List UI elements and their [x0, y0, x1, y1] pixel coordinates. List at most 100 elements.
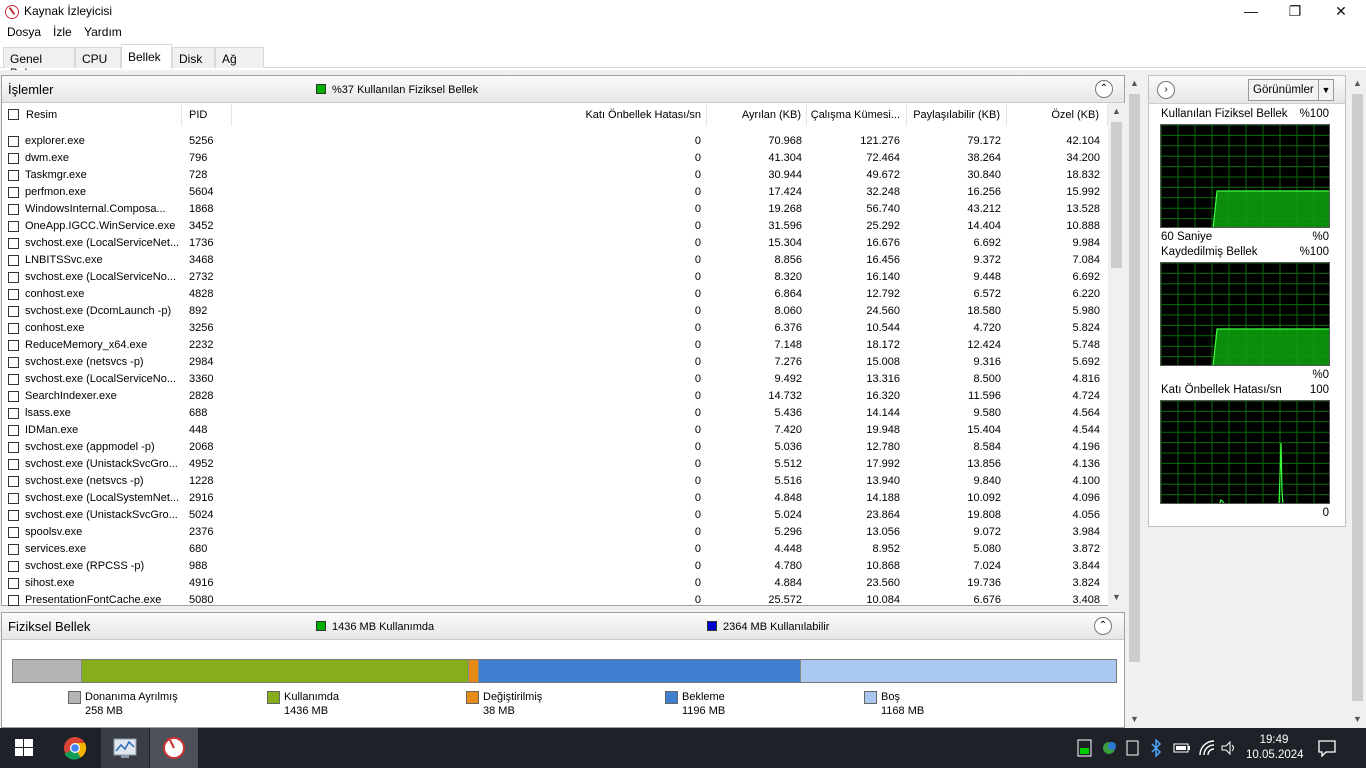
row-checkbox[interactable]: [8, 289, 19, 300]
menu-help[interactable]: Yardım: [84, 25, 122, 39]
close-button[interactable]: ✕: [1318, 0, 1364, 23]
select-all-checkbox[interactable]: [8, 109, 19, 120]
table-row[interactable]: svchost.exe (appmodel -p) 2068 0 5.036 12.78…: [2, 439, 1109, 456]
table-row[interactable]: ReduceMemory_x64.exe 2232 0 7.148 18.172 12.4…: [2, 337, 1109, 354]
table-row[interactable]: spoolsv.exe 2376 0 5.296 13.056 9.072 3.984: [2, 524, 1109, 541]
table-row[interactable]: svchost.exe (netsvcs -p) 2984 0 7.276 15.008…: [2, 354, 1109, 371]
table-row[interactable]: services.exe 680 0 4.448 8.952 5.080 3.872: [2, 541, 1109, 558]
column-pid[interactable]: PID: [182, 104, 232, 126]
row-checkbox[interactable]: [8, 561, 19, 572]
row-checkbox[interactable]: [8, 476, 19, 487]
row-checkbox[interactable]: [8, 425, 19, 436]
graph-scroll-up-icon[interactable]: ▲: [1349, 75, 1366, 92]
scroll-up-icon[interactable]: ▲: [1108, 103, 1125, 120]
wifi-icon[interactable]: [1198, 739, 1216, 757]
table-row[interactable]: svchost.exe (RPCSS -p) 988 0 4.780 10.868 7.0…: [2, 558, 1109, 575]
table-row[interactable]: dwm.exe 796 0 41.304 72.464 38.264 34.200: [2, 150, 1109, 167]
row-checkbox[interactable]: [8, 544, 19, 555]
network-app-tray-icon[interactable]: [1100, 740, 1118, 756]
views-dropdown[interactable]: Görünümler ▼: [1248, 79, 1334, 101]
tab-network[interactable]: Ağ: [215, 47, 264, 68]
menu-file[interactable]: Dosya: [7, 25, 41, 39]
row-checkbox[interactable]: [8, 187, 19, 198]
row-checkbox[interactable]: [8, 374, 19, 385]
bluetooth-icon[interactable]: [1150, 739, 1162, 757]
table-row[interactable]: perfmon.exe 5604 0 17.424 32.248 16.256 15.992: [2, 184, 1109, 201]
row-checkbox[interactable]: [8, 510, 19, 521]
resource-monitor-taskbar-button[interactable]: [150, 728, 198, 768]
row-checkbox[interactable]: [8, 170, 19, 181]
table-row[interactable]: PresentationFontCache.exe 5080 0 25.572 10.0…: [2, 592, 1109, 609]
clock[interactable]: 19:49 10.05.2024: [1246, 733, 1304, 763]
table-row[interactable]: svchost.exe (DcomLaunch -p) 892 0 8.060 24.5…: [2, 303, 1109, 320]
tab-cpu[interactable]: CPU: [75, 47, 121, 68]
main-scroll-up-icon[interactable]: ▲: [1126, 75, 1143, 92]
action-center-icon[interactable]: [1318, 739, 1336, 757]
tab-disk[interactable]: Disk: [172, 47, 215, 68]
column-shareable[interactable]: Paylaşılabilir (KB): [907, 104, 1007, 126]
main-scrollbar[interactable]: ▲ ▼: [1126, 75, 1143, 728]
perfmon-taskbar-button[interactable]: [101, 728, 149, 768]
maximize-button[interactable]: ❐: [1272, 0, 1318, 23]
graph-scrollbar[interactable]: ▲ ▼: [1349, 75, 1366, 728]
collapse-physical-memory-button[interactable]: ⌃: [1094, 617, 1112, 635]
graph-scroll-thumb[interactable]: [1352, 94, 1363, 701]
scroll-down-icon[interactable]: ▼: [1108, 589, 1125, 606]
table-row[interactable]: svchost.exe (LocalServiceNo... 2732 0 8.320…: [2, 269, 1109, 286]
row-checkbox[interactable]: [8, 595, 19, 606]
row-checkbox[interactable]: [8, 238, 19, 249]
row-checkbox[interactable]: [8, 221, 19, 232]
row-checkbox[interactable]: [8, 442, 19, 453]
row-checkbox[interactable]: [8, 357, 19, 368]
row-checkbox[interactable]: [8, 527, 19, 538]
row-checkbox[interactable]: [8, 391, 19, 402]
start-button[interactable]: [0, 728, 48, 768]
menu-view[interactable]: İzle: [53, 25, 72, 39]
table-row[interactable]: svchost.exe (UnistackSvcGro... 4952 0 5.512…: [2, 456, 1109, 473]
processes-header[interactable]: İşlemler %37 Kullanılan Fiziksel Bellek …: [2, 76, 1124, 103]
chrome-taskbar-button[interactable]: [51, 728, 99, 768]
row-checkbox[interactable]: [8, 340, 19, 351]
tablet-tray-icon[interactable]: [1126, 740, 1140, 756]
table-row[interactable]: SearchIndexer.exe 2828 0 14.732 16.320 11.596…: [2, 388, 1109, 405]
row-checkbox[interactable]: [8, 153, 19, 164]
column-private[interactable]: Özel (KB): [1007, 104, 1108, 126]
volume-icon[interactable]: [1220, 740, 1238, 756]
row-checkbox[interactable]: [8, 408, 19, 419]
table-row[interactable]: conhost.exe 3256 0 6.376 10.544 4.720 5.824: [2, 320, 1109, 337]
physical-memory-header[interactable]: Fiziksel Bellek 1436 MB Kullanımda 2364 …: [2, 613, 1124, 640]
table-row[interactable]: svchost.exe (LocalSystemNet... 2916 0 4.848…: [2, 490, 1109, 507]
row-checkbox[interactable]: [8, 493, 19, 504]
table-row[interactable]: svchost.exe (LocalServiceNo... 3360 0 9.492…: [2, 371, 1109, 388]
row-checkbox[interactable]: [8, 272, 19, 283]
table-row[interactable]: conhost.exe 4828 0 6.864 12.792 6.572 6.220: [2, 286, 1109, 303]
row-checkbox[interactable]: [8, 578, 19, 589]
cpu-meter-tray-icon[interactable]: [1077, 739, 1093, 757]
expand-graphs-button[interactable]: ›: [1157, 81, 1175, 99]
table-row[interactable]: OneApp.IGCC.WinService.exe 3452 0 31.596 25.…: [2, 218, 1109, 235]
row-checkbox[interactable]: [8, 136, 19, 147]
column-hard-faults[interactable]: Katı Önbellek Hatası/sn: [232, 104, 707, 126]
row-checkbox[interactable]: [8, 204, 19, 215]
row-checkbox[interactable]: [8, 306, 19, 317]
column-image[interactable]: Resim: [2, 104, 182, 126]
processes-scrollbar[interactable]: ▲ ▼: [1108, 103, 1125, 606]
table-row[interactable]: lsass.exe 688 0 5.436 14.144 9.580 4.564: [2, 405, 1109, 422]
column-working-set[interactable]: Çalışma Kümesi...: [807, 104, 907, 126]
table-row[interactable]: svchost.exe (LocalServiceNet... 1736 0 15.3…: [2, 235, 1109, 252]
main-scroll-down-icon[interactable]: ▼: [1126, 711, 1143, 728]
minimize-button[interactable]: —: [1228, 0, 1274, 23]
table-row[interactable]: sihost.exe 4916 0 4.884 23.560 19.736 3.824: [2, 575, 1109, 592]
graph-scroll-down-icon[interactable]: ▼: [1349, 711, 1366, 728]
table-row[interactable]: WindowsInternal.Composa... 1868 0 19.268 56.…: [2, 201, 1109, 218]
row-checkbox[interactable]: [8, 255, 19, 266]
table-row[interactable]: LNBITSSvc.exe 3468 0 8.856 16.456 9.372 7.084: [2, 252, 1109, 269]
tab-memory[interactable]: Bellek: [121, 44, 172, 69]
table-row[interactable]: IDMan.exe 448 0 7.420 19.948 15.404 4.544: [2, 422, 1109, 439]
table-row[interactable]: explorer.exe 5256 0 70.968 121.276 79.172 42.1…: [2, 133, 1109, 150]
main-scroll-thumb[interactable]: [1129, 94, 1140, 662]
table-row[interactable]: svchost.exe (UnistackSvcGro... 5024 0 5.024…: [2, 507, 1109, 524]
table-row[interactable]: Taskmgr.exe 728 0 30.944 49.672 30.840 18.832: [2, 167, 1109, 184]
tab-overview[interactable]: Genel Bakış: [3, 47, 75, 80]
scroll-thumb[interactable]: [1111, 122, 1122, 268]
